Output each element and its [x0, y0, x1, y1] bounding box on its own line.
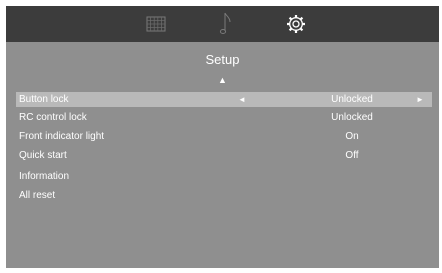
menu-item-value: Off — [345, 150, 359, 161]
menu-item-value: On — [345, 131, 359, 142]
menu-item-value: Unlocked — [331, 112, 373, 123]
menu-item-label: Button lock — [19, 94, 69, 105]
tab-sound[interactable] — [208, 6, 244, 42]
left-arrow-icon[interactable]: ◄ — [238, 92, 246, 107]
menu-item-information[interactable]: Information — [16, 169, 432, 184]
menu-item-all-reset[interactable]: All reset — [16, 188, 432, 203]
menu-item-value: Unlocked — [331, 94, 373, 105]
osd-screen: Setup ▲ Button lock ◄ Unlocked ► RC cont… — [6, 6, 439, 268]
music-note-icon — [219, 12, 231, 34]
gear-icon — [287, 15, 305, 33]
menu-tab-bar — [6, 6, 439, 42]
tab-picture[interactable] — [138, 6, 174, 42]
menu-item-label: Quick start — [19, 150, 67, 161]
menu-item-label: All reset — [19, 190, 56, 201]
menu-item-label: Front indicator light — [19, 131, 105, 142]
picture-grid-icon — [146, 16, 166, 32]
page-title: Setup — [205, 52, 240, 67]
menu-item-front-indicator-light[interactable]: Front indicator light On — [16, 129, 432, 144]
right-arrow-icon[interactable]: ► — [416, 92, 424, 107]
tab-setup[interactable] — [278, 6, 314, 42]
menu-item-button-lock[interactable]: Button lock ◄ Unlocked ► — [16, 92, 432, 107]
menu-item-label: Information — [19, 171, 70, 182]
menu-item-rc-control-lock[interactable]: RC control lock Unlocked — [16, 110, 432, 125]
scroll-up-arrow-icon[interactable]: ▲ — [6, 75, 439, 85]
menu-item-quick-start[interactable]: Quick start Off — [16, 148, 432, 163]
menu-item-label: RC control lock — [19, 112, 87, 123]
